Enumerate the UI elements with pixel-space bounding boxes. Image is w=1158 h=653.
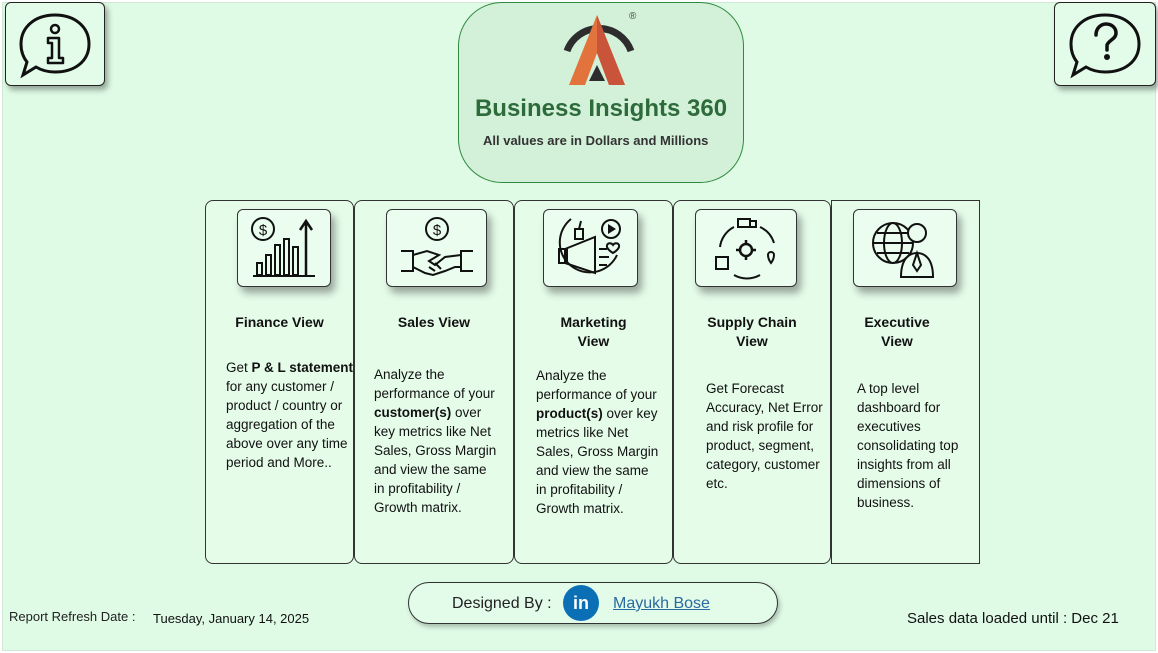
executive-view-description: A top level dashboard for executives con… bbox=[857, 381, 959, 510]
megaphone-marketing-icon bbox=[557, 218, 621, 275]
marketing-view-card[interactable]: Marketing View Analyze the performance o… bbox=[514, 200, 673, 564]
info-button[interactable] bbox=[5, 2, 105, 86]
supply-chain-view-card[interactable]: Supply Chain View Get Forecast Accuracy,… bbox=[673, 200, 831, 564]
executive-view-title: Executive View bbox=[864, 314, 930, 349]
supply-chain-cycle-icon bbox=[715, 218, 776, 280]
designer-credit: Designed By : in Mayukh Bose bbox=[408, 582, 778, 624]
brand-subtitle: All values are in Dollars and Millions bbox=[483, 133, 709, 148]
finance-view-card[interactable]: $ Finance View Get P & L statement for a… bbox=[205, 200, 354, 564]
linkedin-icon[interactable]: in bbox=[563, 585, 599, 621]
supply-chain-view-title: Supply Chain View bbox=[707, 314, 797, 349]
sales-view-button[interactable]: $ bbox=[386, 209, 487, 287]
supply-chain-view-description: Get Forecast Accuracy, Net Error and ris… bbox=[706, 381, 823, 491]
marketing-view-title: Marketing View bbox=[560, 314, 627, 349]
sales-view-card[interactable]: $ Sales View Analyze the performance of … bbox=[354, 200, 514, 564]
executive-view-button[interactable] bbox=[853, 209, 957, 287]
sales-view-title: Sales View bbox=[397, 314, 471, 330]
finance-view-description: Get P & L statement for any customer / p… bbox=[226, 360, 354, 470]
refresh-date-label: Report Refresh Date : bbox=[9, 609, 136, 624]
registered-mark: ® bbox=[629, 11, 637, 22]
finance-dollar-growth-icon: $ bbox=[251, 217, 315, 277]
sales-data-loaded: Sales data loaded until : Dec 21 bbox=[907, 610, 1119, 627]
finance-view-title: Finance View bbox=[235, 314, 324, 330]
designed-by-label: Designed By : bbox=[452, 595, 552, 612]
svg-text:$: $ bbox=[432, 222, 441, 239]
company-logo: ® bbox=[563, 11, 637, 85]
designer-name-link[interactable]: Mayukh Bose bbox=[613, 595, 710, 613]
info-speech-bubble-icon bbox=[19, 13, 91, 79]
help-button[interactable] bbox=[1054, 2, 1156, 86]
finance-view-button[interactable]: $ bbox=[237, 209, 331, 287]
executive-view-card[interactable]: Executive View A top level dashboard for… bbox=[831, 200, 980, 564]
svg-text:$: $ bbox=[259, 222, 268, 239]
refresh-date-value: Tuesday, January 14, 2025 bbox=[153, 611, 310, 626]
brand-panel: ® Business Insights 360 All values are i… bbox=[458, 2, 744, 183]
sales-view-description: Analyze the performance of your customer… bbox=[374, 367, 497, 515]
help-speech-bubble-icon bbox=[1069, 13, 1141, 79]
executive-globe-icon bbox=[872, 222, 935, 278]
marketing-view-button[interactable] bbox=[543, 209, 638, 287]
marketing-view-description: Analyze the performance of your product(… bbox=[536, 368, 659, 516]
brand-title: Business Insights 360 bbox=[474, 95, 728, 122]
handshake-dollar-icon: $ bbox=[400, 217, 473, 277]
supply-chain-view-button[interactable] bbox=[695, 209, 797, 287]
